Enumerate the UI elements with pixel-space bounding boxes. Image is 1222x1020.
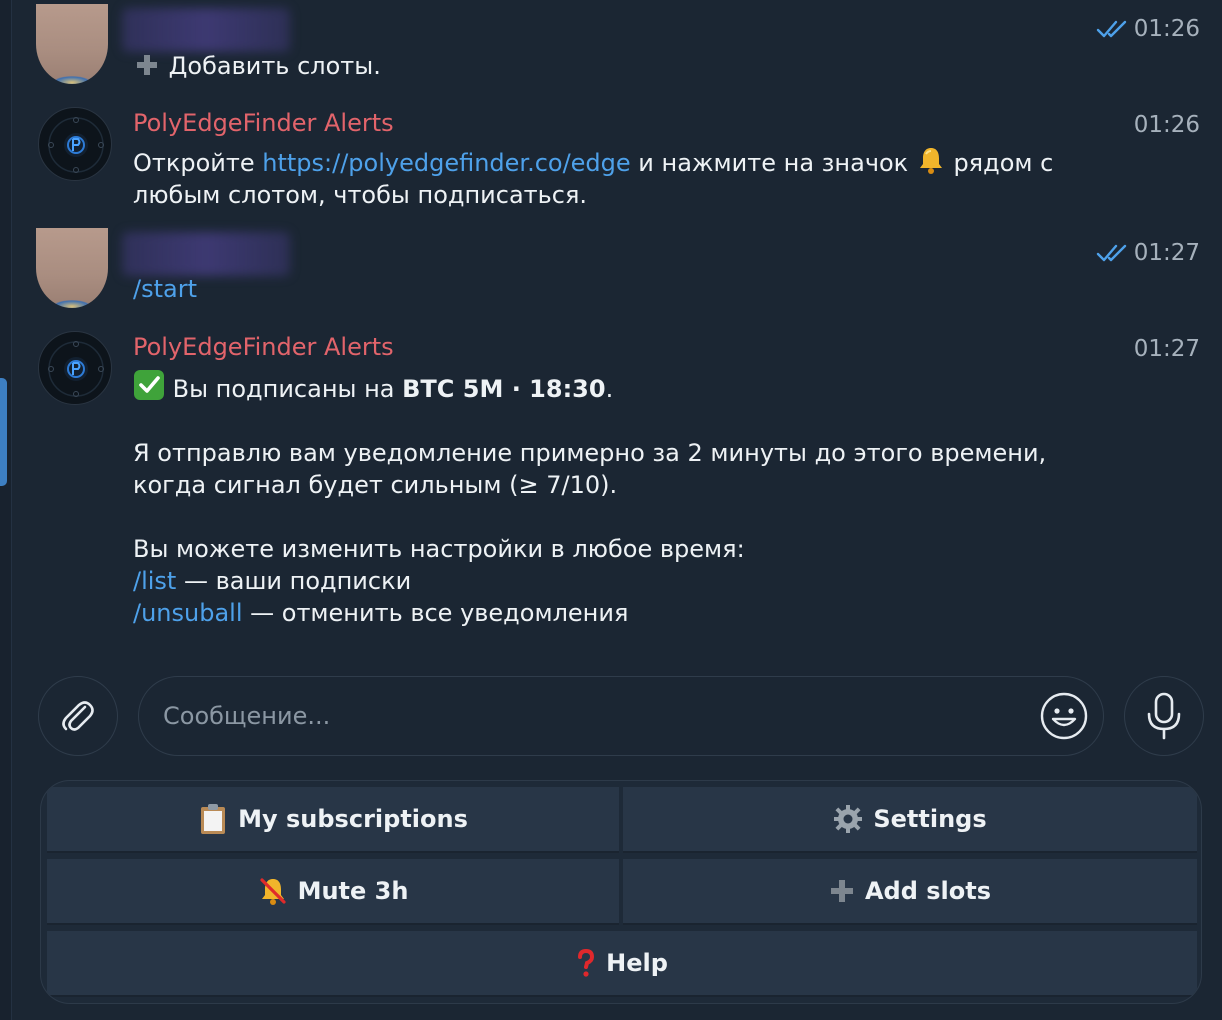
- settings-button[interactable]: Settings: [623, 787, 1197, 853]
- help-button[interactable]: Help: [47, 931, 1197, 997]
- plus-icon: [137, 55, 157, 75]
- message-time: 01:27: [1133, 336, 1200, 362]
- read-checks-icon: [1096, 244, 1126, 262]
- voice-button[interactable]: [1124, 676, 1204, 756]
- sender-name-redacted: [122, 8, 290, 52]
- emoji-icon[interactable]: [1039, 691, 1089, 741]
- muted-bell-icon: [259, 878, 286, 905]
- message-composer: [138, 676, 1104, 756]
- mute-3h-button[interactable]: Mute 3h: [47, 859, 619, 925]
- question-icon: [578, 948, 595, 977]
- unsuball-command-link[interactable]: /unsuball: [133, 599, 243, 627]
- my-subscriptions-button[interactable]: My subscriptions: [47, 787, 619, 853]
- message-text: /start: [133, 273, 197, 305]
- chat-list-edge[interactable]: [0, 0, 12, 1020]
- gear-icon: [834, 805, 863, 833]
- sender-name[interactable]: PolyEdgeFinder Alerts: [133, 109, 394, 137]
- user-avatar[interactable]: [36, 4, 108, 84]
- attach-button[interactable]: [38, 676, 118, 756]
- check-mark-icon: [134, 370, 164, 400]
- message-time: 01:26: [1096, 16, 1200, 42]
- plus-icon: [830, 880, 853, 902]
- sender-name[interactable]: PolyEdgeFinder Alerts: [133, 333, 394, 361]
- read-checks-icon: [1096, 20, 1126, 38]
- bot-reply-keyboard: My subscriptions Settings Mute 3h Add sl…: [40, 780, 1202, 1004]
- edge-link[interactable]: https://polyedgefinder.co/edge: [262, 149, 630, 177]
- scroll-indicator: [0, 378, 7, 486]
- clipboard-icon: [201, 804, 226, 834]
- bell-icon: [919, 148, 942, 174]
- bot-logo-icon: [48, 117, 104, 173]
- start-command-link[interactable]: /start: [133, 275, 197, 303]
- paperclip-icon: [62, 701, 94, 731]
- chat-window: 01:26 Добавить слоты. PolyEdgeFinder Ale…: [0, 0, 1222, 1020]
- user-avatar[interactable]: [36, 228, 108, 308]
- message-input[interactable]: [163, 677, 1023, 755]
- bot-avatar[interactable]: [38, 107, 112, 181]
- microphone-icon: [1147, 692, 1181, 740]
- message-text: Добавить слоты.: [133, 50, 381, 82]
- message-text: Вы подписаны на BTC 5M · 18:30. Я отправ…: [133, 369, 1046, 629]
- message-time: 01:26: [1133, 112, 1200, 138]
- bot-avatar[interactable]: [38, 331, 112, 405]
- bot-logo-icon: [48, 341, 104, 397]
- message-time: 01:27: [1096, 240, 1200, 266]
- add-slots-button[interactable]: Add slots: [623, 859, 1197, 925]
- sender-name-redacted: [122, 232, 290, 276]
- list-command-link[interactable]: /list: [133, 567, 176, 595]
- message-text: Откройте https://polyedgefinder.co/edge …: [133, 145, 1053, 211]
